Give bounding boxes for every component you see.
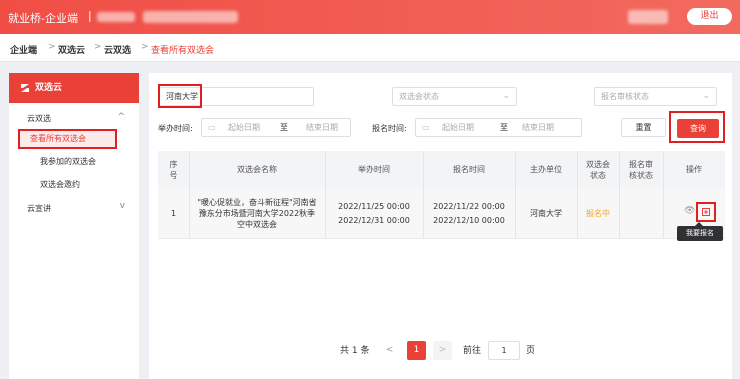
cell-index: 1 — [170, 209, 177, 218]
signup-start-placeholder: 起始日期 — [442, 123, 474, 132]
chevron-down-icon: ⌄ — [702, 91, 710, 101]
breadcrumb: 企业端 > 双选云 > 云双选 > 查看所有双选会 — [0, 34, 740, 62]
range-separator: 至 — [500, 123, 508, 132]
audit-status-placeholder: 报名审核状态 — [601, 92, 649, 101]
page-unit-label: 页 — [526, 346, 536, 356]
chevron-down-icon: v — [119, 201, 125, 211]
prev-page-button[interactable]: < — [380, 341, 399, 360]
logout-button[interactable]: 退出 — [687, 8, 732, 25]
highlight-keyword — [158, 84, 202, 108]
breadcrumb-current: 查看所有双选会 — [151, 46, 215, 56]
calendar-icon: ▭ — [422, 123, 430, 132]
main-panel: 河南大学 双选会状态 ⌄ 报名审核状态 ⌄ 举办时间: ▭ 起始日期 至 结束日… — [149, 73, 732, 379]
next-page-button[interactable]: > — [433, 341, 452, 360]
breadcrumb-item[interactable]: 企业端 — [10, 43, 37, 56]
double-select-icon — [21, 84, 29, 92]
breadcrumb-separator: > — [48, 42, 56, 52]
cell-organizer: 河南大学 — [530, 209, 562, 218]
sidebar-header[interactable]: 双选云 — [9, 73, 139, 103]
col-index: 序号 — [169, 159, 178, 180]
calendar-icon: ▭ — [208, 123, 216, 132]
range-separator: 至 — [280, 123, 288, 132]
fair-status-select[interactable]: 双选会状态 ⌄ — [392, 87, 517, 106]
sidebar-group-cloud-select[interactable]: 云双选 — [27, 113, 51, 124]
col-audit: 报名审核状态 — [629, 159, 653, 180]
hold-end-placeholder: 结束日期 — [306, 123, 338, 132]
status-badge: 报名中 — [586, 209, 610, 218]
hold-time-range[interactable]: ▭ 起始日期 至 结束日期 — [201, 118, 351, 137]
page-number-current[interactable]: 1 — [407, 341, 426, 360]
breadcrumb-item[interactable]: 双选云 — [58, 43, 85, 56]
signup-tooltip: 我要报名 — [677, 222, 723, 241]
brand-title: 就业桥-企业端 — [8, 12, 78, 25]
hold-start-placeholder: 起始日期 — [228, 123, 260, 132]
page-jump-input[interactable]: 1 — [488, 341, 520, 360]
brand-separator: | — [88, 9, 92, 22]
sidebar-item-my-fairs[interactable]: 我参加的双选会 — [40, 156, 96, 167]
blurred-text — [97, 12, 135, 22]
hold-start: 2022/11/25 00:00 — [338, 202, 410, 211]
goto-label: 前往 — [463, 346, 482, 356]
cell-name: "暖心促就业，奋斗新征程"河南省豫东分市场暨河南大学2022秋季空中双选会 — [189, 188, 325, 239]
cell-hold-time: 2022/11/25 00:00 2022/12/31 00:00 — [325, 188, 423, 239]
eye-icon[interactable]: 👁 — [684, 206, 695, 217]
pagination-total: 共 1 条 — [340, 346, 370, 356]
fair-name: "暖心促就业，奋斗新征程"河南省豫东分市场暨河南大学2022秋季空中双选会 — [197, 198, 317, 229]
sidebar-item-all-fairs[interactable]: 查看所有双选会 — [18, 129, 117, 149]
col-organizer: 主办单位 — [530, 165, 562, 174]
table-header: 序号 双选会名称 举办时间 报名时间 主办单位 双选会状态 报名审核状态 操作 — [158, 151, 725, 188]
table-row: 1 "暖心促就业，奋斗新征程"河南省豫东分市场暨河南大学2022秋季空中双选会 … — [158, 188, 725, 239]
chevron-up-icon: ^ — [117, 112, 125, 122]
signup-start: 2022/11/22 00:00 — [433, 202, 505, 211]
signup-time-range[interactable]: ▭ 起始日期 至 结束日期 — [415, 118, 582, 137]
sidebar-title: 双选云 — [35, 83, 63, 93]
col-signup-time: 报名时间 — [453, 165, 485, 174]
signup-end: 2022/12/10 00:00 — [433, 216, 505, 225]
fair-status-placeholder: 双选会状态 — [399, 92, 439, 101]
hold-time-label: 举办时间: — [158, 124, 193, 133]
audit-status-select[interactable]: 报名审核状态 ⌄ — [594, 87, 717, 106]
sidebar: 双选云 云双选 ^ 查看所有双选会 我参加的双选会 双选会邀约 云宣讲 v — [9, 73, 139, 379]
col-status: 双选会状态 — [586, 159, 610, 180]
sidebar-item-invitations[interactable]: 双选会邀约 — [40, 179, 80, 190]
signup-time-label: 报名时间: — [372, 124, 407, 133]
hold-end: 2022/12/31 00:00 — [338, 216, 410, 225]
top-bar: 就业桥-企业端 | 退出 — [0, 0, 740, 34]
highlight-query — [669, 111, 725, 143]
reset-button[interactable]: 重置 — [621, 118, 666, 137]
col-hold-time: 举办时间 — [358, 165, 390, 174]
chevron-down-icon: ⌄ — [502, 91, 510, 101]
breadcrumb-separator: > — [94, 42, 102, 52]
cell-signup-time: 2022/11/22 00:00 2022/12/10 00:00 — [423, 188, 515, 239]
breadcrumb-separator: > — [141, 42, 149, 52]
breadcrumb-item[interactable]: 云双选 — [104, 43, 131, 56]
sidebar-group-cloud-talk[interactable]: 云宣讲 — [27, 203, 51, 214]
cell-audit — [619, 188, 663, 239]
highlight-signup — [696, 202, 716, 222]
signup-end-placeholder: 结束日期 — [522, 123, 554, 132]
col-action: 操作 — [686, 165, 702, 174]
blurred-username — [628, 10, 668, 24]
col-name: 双选会名称 — [237, 165, 277, 174]
blurred-text — [143, 11, 238, 23]
